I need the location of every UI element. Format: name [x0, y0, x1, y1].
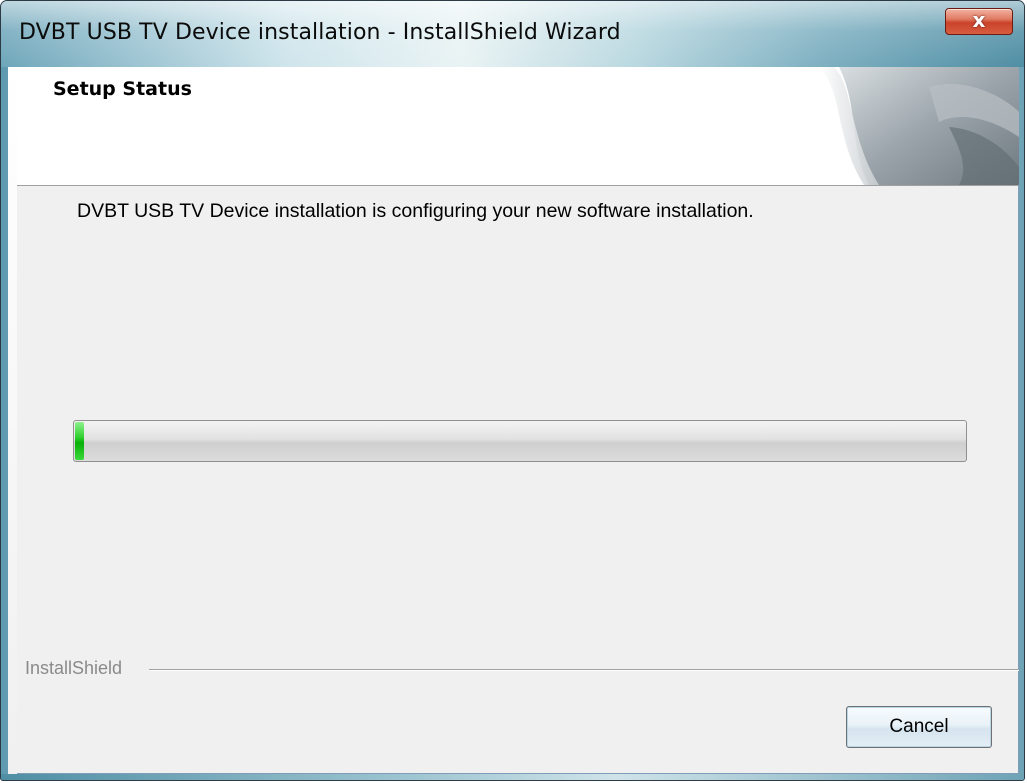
installer-window: DVBT USB TV Device installation - Instal… — [0, 0, 1025, 781]
page-title: Setup Status — [53, 78, 192, 100]
footer-divider — [149, 669, 1019, 671]
dialog-left-edge — [8, 67, 17, 774]
wizard-header: Setup Status — [17, 67, 1019, 186]
close-button[interactable]: x — [945, 8, 1013, 35]
installation-progress-bar — [73, 420, 967, 462]
close-icon: x — [972, 8, 986, 32]
page-curl-graphic — [819, 67, 1019, 185]
cancel-button[interactable]: Cancel — [846, 706, 992, 748]
window-title: DVBT USB TV Device installation - Instal… — [19, 20, 621, 45]
status-message: DVBT USB TV Device installation is confi… — [77, 200, 754, 222]
installshield-brand-label: InstallShield — [25, 658, 123, 678]
title-bar[interactable]: DVBT USB TV Device installation - Instal… — [1, 1, 1024, 67]
progress-fill — [75, 422, 84, 460]
window-bottom-frame — [1, 774, 1024, 780]
